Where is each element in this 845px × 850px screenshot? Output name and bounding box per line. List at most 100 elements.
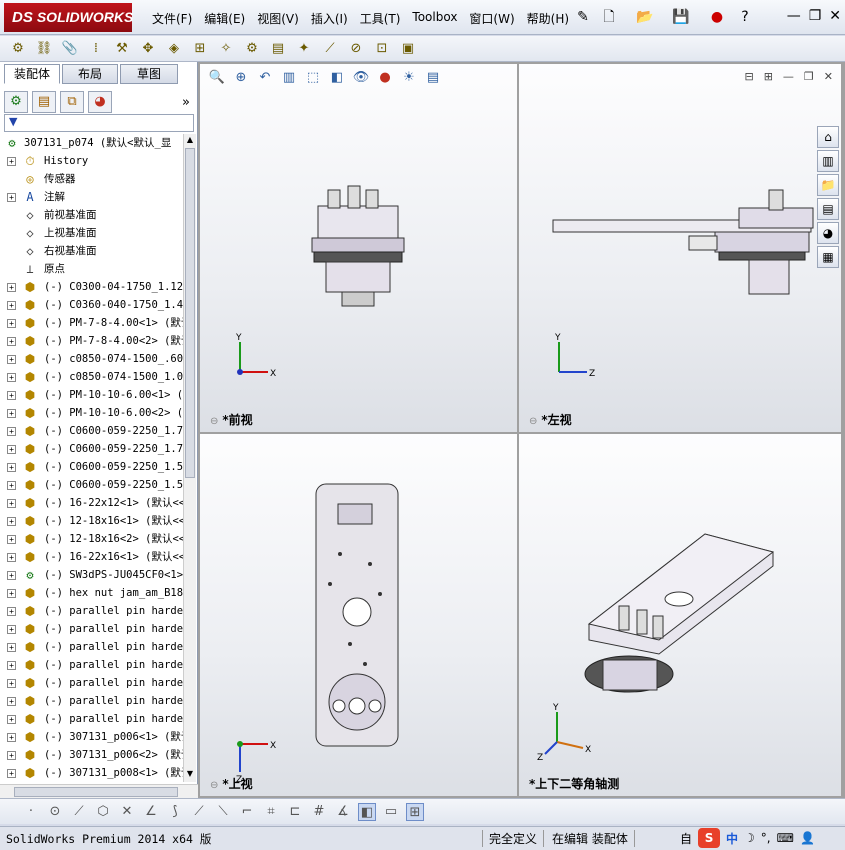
trim-icon[interactable]: ✕	[118, 803, 136, 821]
polygon-icon[interactable]: ⬡	[94, 803, 112, 821]
tree-item[interactable]: + ⬢ (-) 16-22x12<1> (默认<<	[0, 494, 183, 512]
tree-item[interactable]: + ⬢ (-) C0600-059-2250_1.50	[0, 458, 183, 476]
menu-help[interactable]: 帮助(H)	[527, 10, 577, 27]
tree-item[interactable]: + ⬢ (-) c0850-074-1500_1.00	[0, 368, 183, 386]
dimension-icon[interactable]: ⊏	[286, 803, 304, 821]
tree-item[interactable]: ◎ 传感器	[0, 170, 183, 188]
tree-item[interactable]: + ⬢ (-) PM-10-10-6.00<2> (	[0, 404, 183, 422]
menu-insert[interactable]: 插入(I)	[311, 10, 356, 27]
viewport-front[interactable]: 🔍 ⊕ ↶ ▥ ⬚ ◧ 👁 ● ☀ ▤ Y X ⊖ *前视	[200, 64, 517, 432]
scroll-up-icon[interactable]: ▲	[185, 135, 195, 147]
expand-icon[interactable]: +	[7, 643, 16, 652]
menu-file[interactable]: 文件(F)	[152, 10, 200, 27]
tree-item[interactable]: + ⬢ (-) parallel pin harden	[0, 638, 183, 656]
tab-layout[interactable]: 布局	[62, 64, 118, 84]
tree-item[interactable]: + ⬢ (-) C0600-059-2250_1.50	[0, 476, 183, 494]
tree-item[interactable]: ⊥ 原点	[0, 260, 183, 278]
menu-tools[interactable]: 工具(T)	[360, 10, 409, 27]
expand-icon[interactable]: +	[7, 319, 16, 328]
ime-chinese-mode[interactable]: 中	[726, 830, 738, 847]
minimize-icon[interactable]: —	[787, 8, 801, 24]
view-palette-icon[interactable]: ▤	[817, 198, 839, 220]
tab-sketch[interactable]: 草图	[120, 64, 178, 84]
tab-assembly[interactable]: 装配体	[4, 64, 60, 84]
tree-item[interactable]: + ⬢ (-) parallel pin harden	[0, 692, 183, 710]
shaded-view-icon[interactable]: ◧	[358, 802, 376, 821]
tree-item[interactable]: + ⬢ (-) C0600-059-2250_1.75	[0, 440, 183, 458]
expand-icon[interactable]: +	[7, 157, 16, 166]
expand-icon[interactable]: +	[7, 445, 16, 454]
tree-item[interactable]: ◇ 上视基准面	[0, 224, 183, 242]
expand-icon[interactable]: +	[7, 607, 16, 616]
paperclip-icon[interactable]: 📎	[60, 39, 80, 59]
expand-icon[interactable]: +	[7, 751, 16, 760]
expand-icon[interactable]: +	[7, 571, 16, 580]
expand-icon[interactable]: +	[7, 499, 16, 508]
graphics-area[interactable]: 🔍 ⊕ ↶ ▥ ⬚ ◧ 👁 ● ☀ ▤ Y X ⊖ *前视 ⊟ ⊞ — ❐ ✕ …	[198, 62, 845, 798]
tree-root[interactable]: ⚙ 307131_p074 (默认<默认_显	[0, 134, 183, 152]
expand-icon[interactable]: +	[7, 481, 16, 490]
tree-item[interactable]: ◇ 右视基准面	[0, 242, 183, 260]
instant3d-icon[interactable]: ▣	[398, 39, 418, 59]
single-view-icon[interactable]: ▭	[382, 803, 400, 821]
tree-item[interactable]: + ⬢ (-) parallel pin harden	[0, 602, 183, 620]
open-folder-icon[interactable]: 📂	[636, 8, 654, 26]
assembly-features-icon[interactable]: ⊞	[190, 39, 210, 59]
tree-item[interactable]: + ⬢ (-) c0850-074-1500_.606	[0, 350, 183, 368]
interference-icon[interactable]: ⊘	[346, 39, 366, 59]
mate-icon[interactable]: ⛓	[34, 39, 54, 59]
expand-icon[interactable]: +	[7, 697, 16, 706]
grid-icon[interactable]: #	[310, 803, 328, 821]
menu-edit[interactable]: 编辑(E)	[204, 10, 253, 27]
linear-pattern-icon[interactable]: ⁞	[86, 39, 106, 59]
feature-manager-tab-icon[interactable]: ⚙	[4, 91, 28, 113]
tree-item[interactable]: + A 注解	[0, 188, 183, 206]
expand-icon[interactable]: +	[7, 517, 16, 526]
close-icon[interactable]: ✕	[829, 8, 841, 24]
expand-icon[interactable]: +	[7, 679, 16, 688]
expand-icon[interactable]: +	[7, 355, 16, 364]
tree-item[interactable]: + ⬢ (-) 307131_p008<1> (默认	[0, 764, 183, 782]
tree-item[interactable]: + ⬢ (-) 12-18x16<2> (默认<<	[0, 530, 183, 548]
smart-fasteners-icon[interactable]: ⚒	[112, 39, 132, 59]
explode-line-icon[interactable]: ⟋	[320, 39, 340, 59]
custom-properties-icon[interactable]: ▦	[817, 246, 839, 268]
expand-icon[interactable]: +	[7, 733, 16, 742]
tree-scrollbar[interactable]: ▲ ▼	[183, 134, 196, 782]
convert-entities-icon[interactable]: ⟍	[214, 803, 232, 821]
property-manager-tab-icon[interactable]: ▤	[32, 91, 56, 113]
viewport-left[interactable]: ⊟ ⊞ — ❐ ✕ Y Z ⊖ *左视 ⌂ ▥ 📁 ▤ ◕ ▦	[519, 64, 841, 432]
viewport-top[interactable]: X Z ⊖ *上视	[200, 434, 517, 796]
tree-item[interactable]: + ⬢ (-) parallel pin harden	[0, 674, 183, 692]
rebuild-traffic-light-icon[interactable]: ●	[708, 8, 726, 26]
expand-icon[interactable]: +	[7, 661, 16, 670]
tree-item[interactable]: + ⚙ (-) SW3dPS-JU045CF0<1>	[0, 566, 183, 584]
file-explorer-icon[interactable]: 📁	[817, 174, 839, 196]
expand-icon[interactable]: +	[7, 193, 16, 202]
display-manager-tab-icon[interactable]: ◕	[88, 91, 112, 113]
expand-icon[interactable]: +	[7, 337, 16, 346]
pin-icon[interactable]: ✎	[574, 8, 592, 26]
appearances-icon[interactable]: ◕	[817, 222, 839, 244]
tree-item[interactable]: + ⬢ (-) 12-18x16<1> (默认<<	[0, 512, 183, 530]
smart-dimension-icon[interactable]: ⌗	[262, 803, 280, 821]
ime-punct-icon[interactable]: °,	[761, 831, 771, 845]
menu-view[interactable]: 视图(V)	[257, 10, 307, 27]
ime-moon-icon[interactable]: ☽	[744, 831, 755, 845]
menu-window[interactable]: 窗口(W)	[469, 10, 522, 27]
reference-geometry-icon[interactable]: ✧	[216, 39, 236, 59]
tree-item[interactable]: + ⬢ (-) 307131_p006<2> (默认	[0, 746, 183, 764]
tree-item[interactable]: + ⬢ (-) parallel pin harden	[0, 710, 183, 728]
save-icon[interactable]: 💾	[672, 8, 690, 26]
insert-component-icon[interactable]: ⚙	[8, 39, 28, 59]
circle-icon[interactable]: ⊙	[46, 803, 64, 821]
configuration-manager-tab-icon[interactable]: ⧉	[60, 91, 84, 113]
tree-horizontal-scrollbar[interactable]	[0, 784, 198, 798]
expand-icon[interactable]: +	[7, 715, 16, 724]
expand-icon[interactable]: +	[7, 427, 16, 436]
tree-item[interactable]: + ⏱ History	[0, 152, 183, 170]
new-document-icon[interactable]: 🗋	[600, 8, 618, 26]
tree-item[interactable]: + ⬢ (-) C0360-040-1750_1.46	[0, 296, 183, 314]
hscroll-thumb[interactable]	[14, 787, 178, 797]
expand-icon[interactable]: +	[7, 589, 16, 598]
